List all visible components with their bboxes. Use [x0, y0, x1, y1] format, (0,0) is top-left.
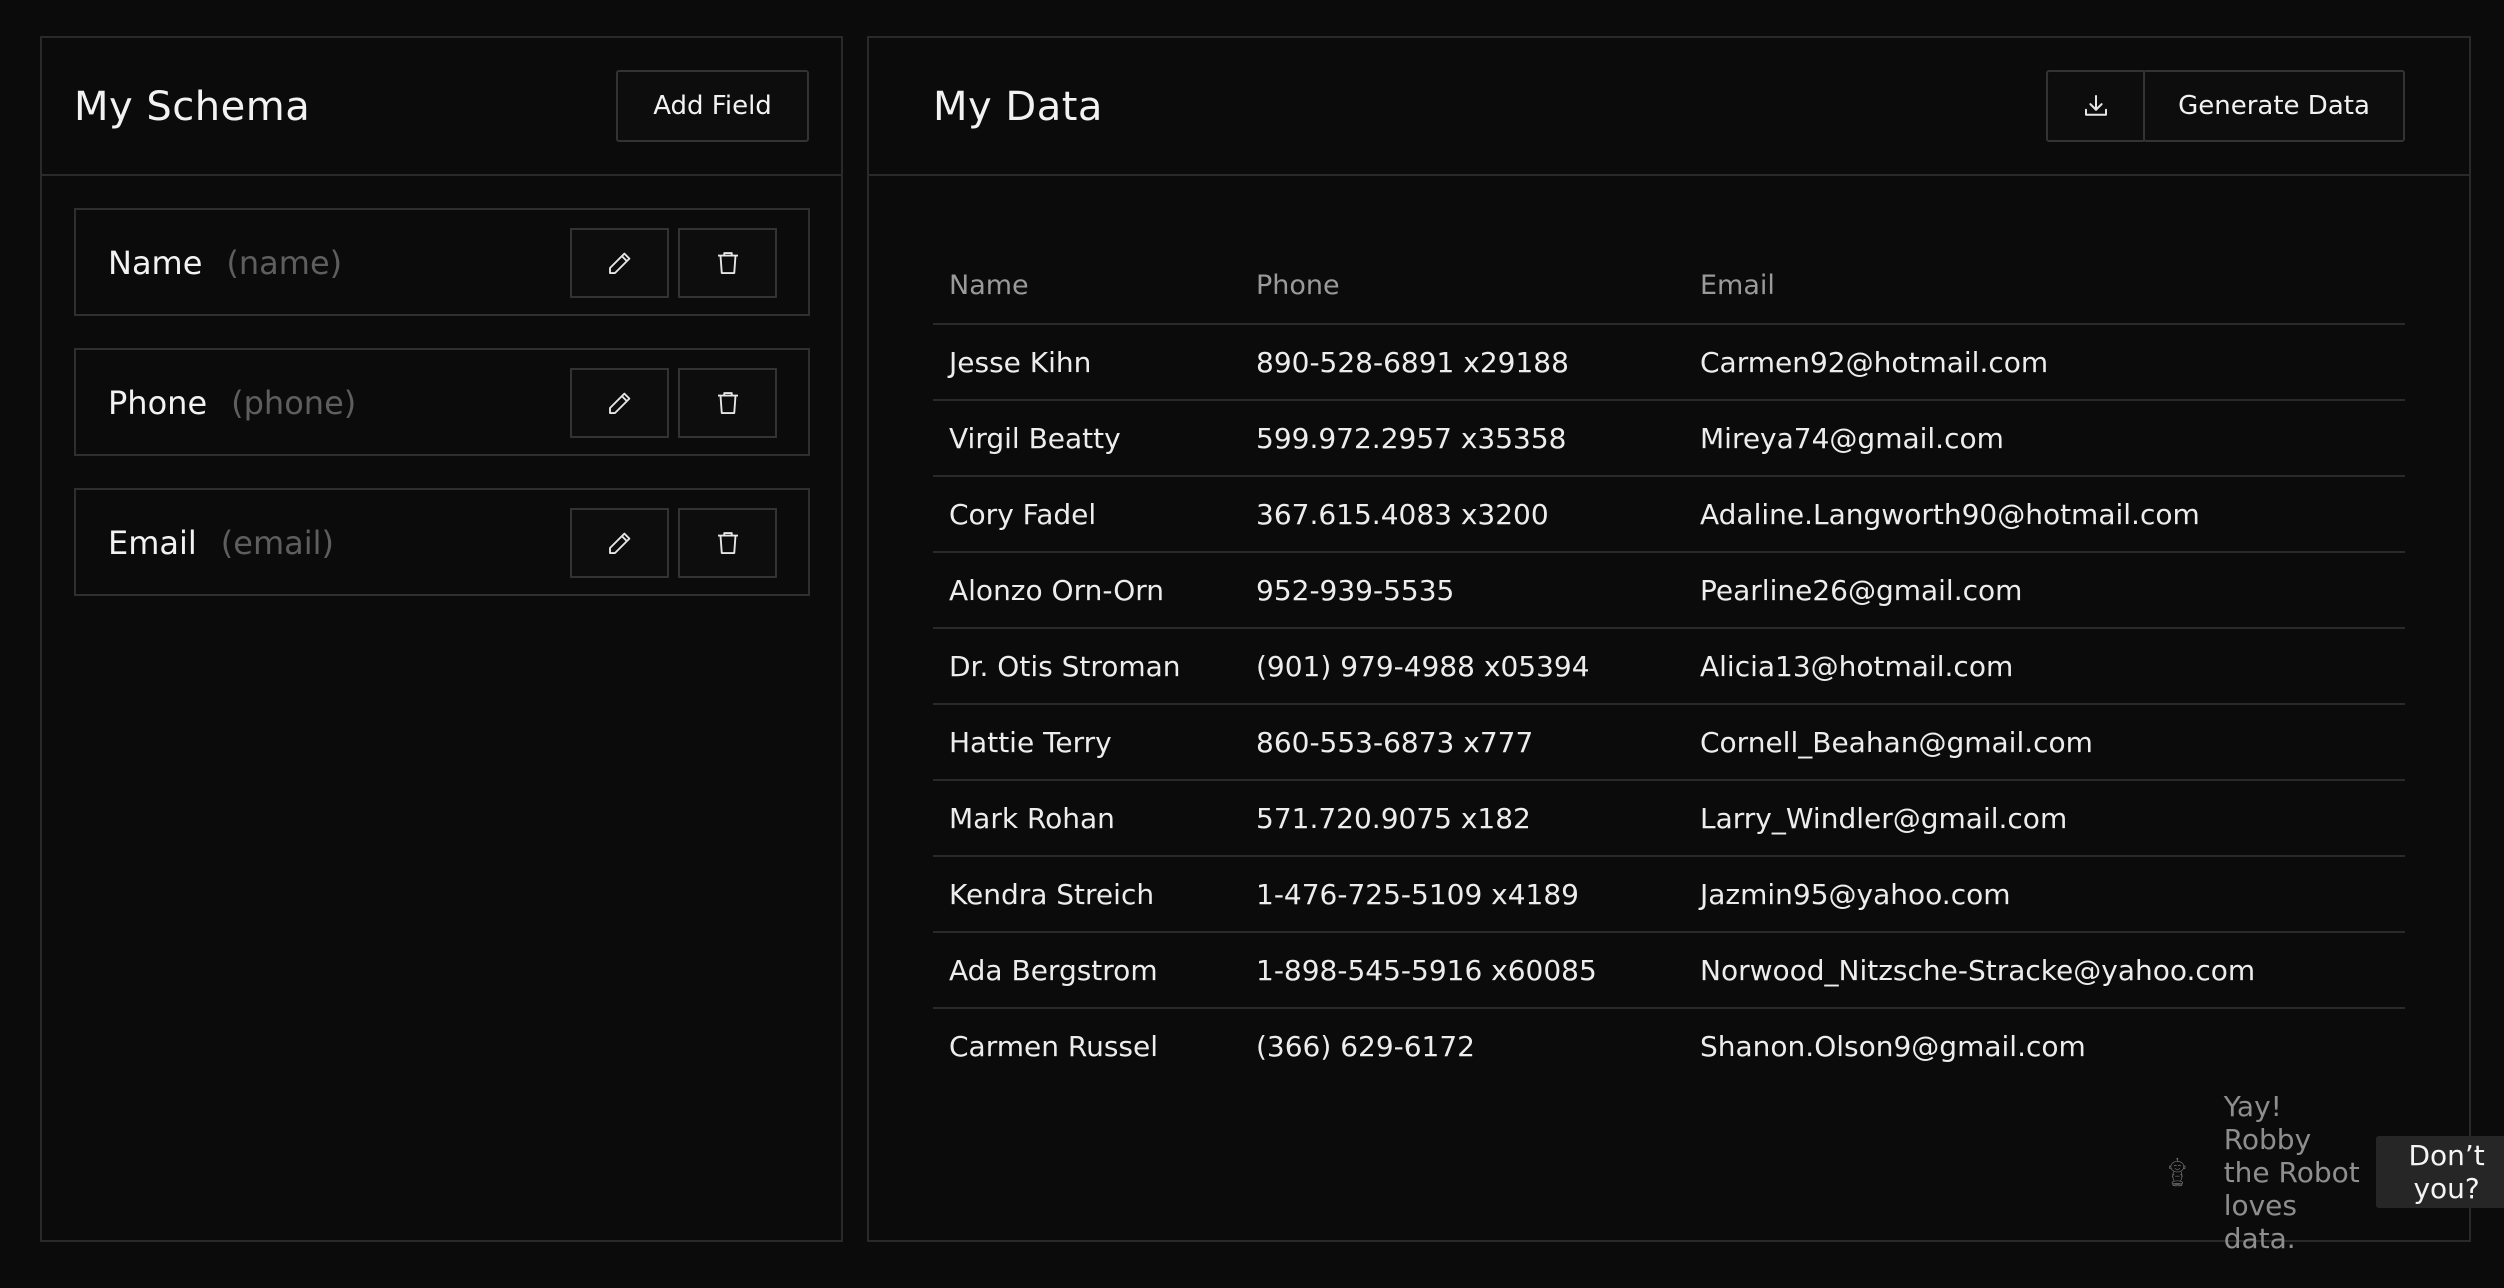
cell-phone: 952-939-5535	[1240, 552, 1684, 629]
cell-email: Carmen92@hotmail.com	[1684, 324, 2405, 401]
cell-phone: 367.615.4083 x3200	[1240, 476, 1684, 553]
table-row: Hattie Terry 860-553-6873 x777 Cornell_Bea…	[933, 704, 2405, 781]
cell-phone: 860-553-6873 x777	[1240, 704, 1684, 781]
cell-phone: 1-898-545-5916 x60085	[1240, 932, 1684, 1009]
download-icon	[2085, 95, 2107, 116]
add-field-button[interactable]: Add Field	[616, 70, 809, 142]
pencil-icon	[608, 252, 630, 274]
edit-field-button[interactable]	[570, 508, 669, 578]
footer-message: Yay! Robby the Robot loves data.	[2223, 1089, 2360, 1255]
cell-email: Adaline.Langworth90@hotmail.com	[1684, 476, 2405, 553]
cell-email: Norwood_Nitzsche-Stracke@yahoo.com	[1684, 932, 2405, 1009]
data-title: My Data	[933, 84, 1103, 130]
pencil-icon	[608, 532, 630, 554]
table-row: Alonzo Orn-Orn 952-939-5535 Pearline26@gma…	[933, 552, 2405, 629]
cell-name: Dr. Otis Stroman	[933, 628, 1240, 705]
column-header-phone: Phone	[1240, 248, 1684, 325]
field-label: Phone	[108, 384, 208, 422]
cell-email: Larry_Windler@gmail.com	[1684, 780, 2405, 857]
cell-name: Kendra Streich	[933, 856, 1240, 933]
field-row-email: Email (email)	[74, 488, 810, 596]
data-header: My Data Generate Data	[869, 38, 2469, 176]
table-row: Ada Bergstrom 1-898-545-5916 x60085 Norwoo…	[933, 932, 2405, 1009]
table-row: Cory Fadel 367.615.4083 x3200 Adaline.Lang…	[933, 476, 2405, 553]
generate-data-button[interactable]: Generate Data	[2143, 70, 2405, 142]
table-row: Carmen Russel (366) 629-6172 Shanon.Olson9…	[933, 1008, 2405, 1083]
field-row-name: Name (name)	[74, 208, 810, 316]
schema-panel: My Schema Add Field Name (name) Phone (pho…	[40, 36, 843, 1242]
dont-you-button[interactable]: Don’t you?	[2376, 1136, 2504, 1208]
robot-footer: Yay! Robby the Robot loves data. Don’t y…	[2167, 1090, 2504, 1255]
table-row: Mark Rohan 571.720.9075 x182 Larry_Windler…	[933, 780, 2405, 857]
cell-email: Jazmin95@yahoo.com	[1684, 856, 2405, 933]
data-table: Name Phone Email Jesse Kihn 890-528-6891 …	[933, 248, 2405, 1083]
field-type: (email)	[220, 524, 334, 562]
trash-icon	[717, 532, 738, 554]
cell-phone: (366) 629-6172	[1256, 1029, 1475, 1063]
field-label: Email	[108, 524, 197, 562]
cell-email: Shanon.Olson9@gmail.com	[1700, 1029, 2086, 1063]
delete-field-button[interactable]	[678, 228, 777, 298]
column-header-name: Name	[933, 248, 1240, 325]
trash-icon	[717, 392, 738, 414]
cell-name: Cory Fadel	[933, 476, 1240, 553]
cell-phone: 599.972.2957 x35358	[1240, 400, 1684, 477]
cell-name: Alonzo Orn-Orn	[933, 552, 1240, 629]
field-type: (phone)	[231, 384, 357, 422]
cell-phone: 1-476-725-5109 x4189	[1240, 856, 1684, 933]
trash-icon	[717, 252, 738, 274]
schema-header: My Schema Add Field	[42, 38, 841, 176]
robot-icon	[2169, 1157, 2186, 1187]
cell-phone: 890-528-6891 x29188	[1240, 324, 1684, 401]
delete-field-button[interactable]	[678, 508, 777, 578]
cell-name: Virgil Beatty	[933, 400, 1240, 477]
table-header-row: Name Phone Email	[933, 248, 2405, 325]
cell-phone: (901) 979-4988 x05394	[1240, 628, 1684, 705]
cell-email: Pearline26@gmail.com	[1684, 552, 2405, 629]
cell-name: Hattie Terry	[933, 704, 1240, 781]
schema-title: My Schema	[74, 84, 311, 130]
delete-field-button[interactable]	[678, 368, 777, 438]
field-type: (name)	[226, 244, 343, 282]
cell-email: Alicia13@hotmail.com	[1684, 628, 2405, 705]
download-button[interactable]	[2046, 70, 2146, 142]
table-row: Dr. Otis Stroman (901) 979-4988 x05394 Ali…	[933, 628, 2405, 705]
app: My Schema Add Field Name (name) Phone (pho…	[0, 0, 2504, 1288]
cell-email: Cornell_Beahan@gmail.com	[1684, 704, 2405, 781]
column-header-email: Email	[1684, 248, 2405, 325]
table-row: Virgil Beatty 599.972.2957 x35358 Mireya74…	[933, 400, 2405, 477]
cell-email: Mireya74@gmail.com	[1684, 400, 2405, 477]
table-row: Kendra Streich 1-476-725-5109 x4189 Jazmin…	[933, 856, 2405, 933]
pencil-icon	[608, 392, 630, 414]
edit-field-button[interactable]	[570, 228, 669, 298]
table-body: Jesse Kihn 890-528-6891 x29188 Carmen92@ho…	[933, 324, 2405, 1083]
edit-field-button[interactable]	[570, 368, 669, 438]
cell-phone: 571.720.9075 x182	[1240, 780, 1684, 857]
cell-name: Carmen Russel	[949, 1029, 1159, 1063]
data-panel: My Data Generate Data Name Phone Email J…	[867, 36, 2504, 1255]
table-row: Jesse Kihn 890-528-6891 x29188 Carmen92@ho…	[933, 324, 2405, 401]
cell-name: Ada Bergstrom	[933, 932, 1240, 1009]
field-label: Name	[108, 244, 203, 282]
cell-name: Mark Rohan	[933, 780, 1240, 857]
field-row-phone: Phone (phone)	[74, 348, 810, 456]
cell-name: Jesse Kihn	[933, 324, 1240, 401]
